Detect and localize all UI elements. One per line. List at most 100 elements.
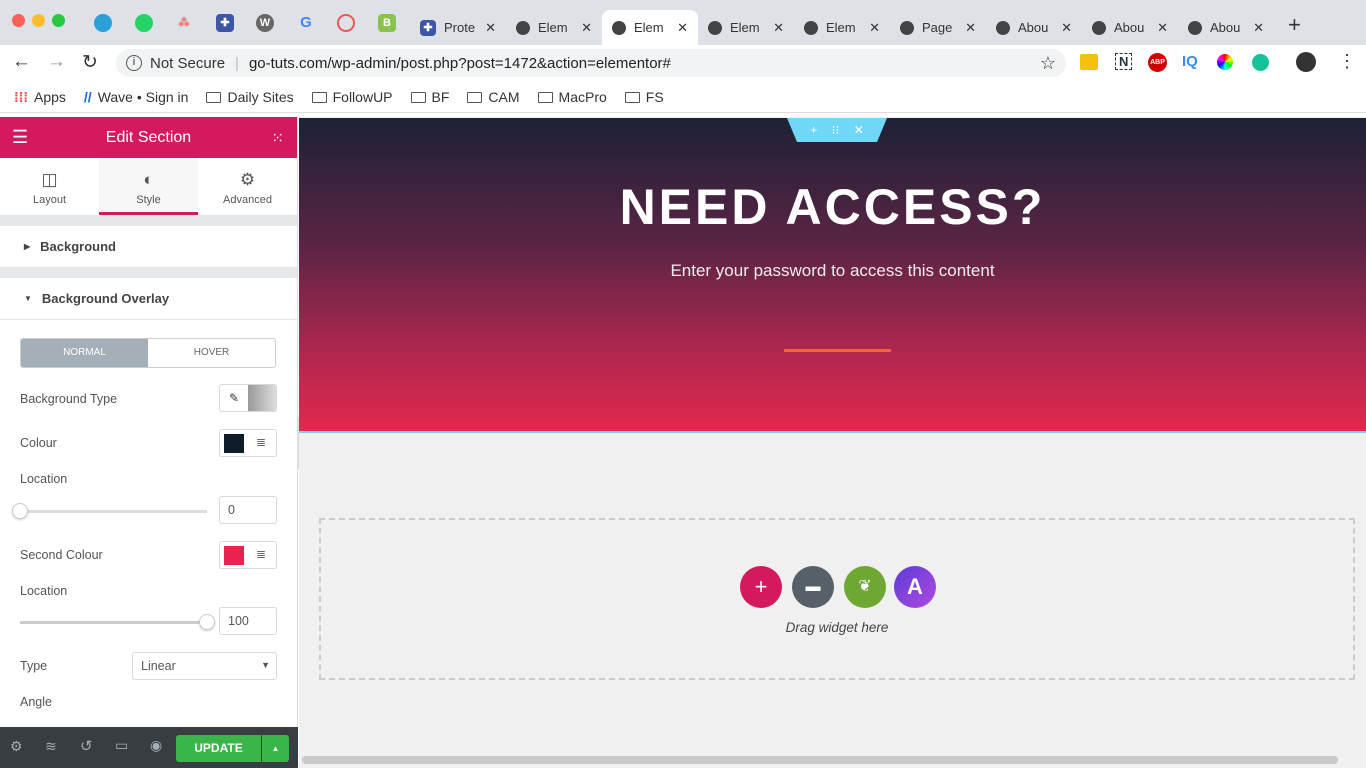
wordpress-icon[interactable]: W (256, 14, 274, 32)
info-icon[interactable]: i (126, 55, 142, 71)
new-tab-button[interactable]: + (1288, 12, 1301, 38)
maximize-window-button[interactable] (52, 14, 65, 27)
location2-slider[interactable] (20, 614, 215, 630)
folder-icon (467, 91, 483, 103)
hero-section[interactable]: + ⁝⁝ ✕ NEED ACCESS? Enter your password to… (299, 118, 1366, 433)
bookmark-folder[interactable]: CAM (467, 89, 520, 105)
widgets-grid-icon[interactable]: ⁙ (271, 129, 284, 147)
tab-hover[interactable]: HOVER (148, 339, 275, 367)
tab-advanced[interactable]: ⚙ Advanced (198, 158, 297, 215)
notion-clipper-icon[interactable]: N (1115, 53, 1133, 70)
color-picker-icon[interactable] (1217, 54, 1233, 70)
url-text[interactable]: go-tuts.com/wp-admin/post.php?post=1472&… (249, 55, 671, 72)
tab-style[interactable]: ◐ Style (99, 158, 198, 215)
responsive-mode-icon[interactable]: ▭ (115, 737, 128, 754)
tab-normal[interactable]: NORMAL (21, 339, 148, 367)
divider (784, 349, 891, 352)
history-icon[interactable]: ↺ (80, 737, 93, 755)
reload-icon[interactable]: ↻ (82, 51, 98, 74)
menu-icon[interactable]: ⋮ (1338, 51, 1356, 72)
browser-tab[interactable]: Page ✕ (890, 10, 986, 45)
browser-tab-bar: ⁂ ✚ W G B ✚ Prote ✕ Elem ✕ Elem ✕ Elem ✕ Elem… (0, 0, 1366, 45)
browser-tab[interactable]: Elem ✕ (794, 10, 890, 45)
location-slider[interactable] (12, 503, 207, 519)
telegram-icon[interactable] (94, 14, 112, 32)
location-input[interactable]: 0 (219, 496, 277, 524)
section-handle[interactable]: + ⁝⁝ ✕ (787, 118, 887, 142)
confluence-icon[interactable]: ✚ (216, 14, 234, 32)
location2-input[interactable]: 100 (219, 607, 277, 635)
bookmark-apps[interactable]: ⁞⁞⁞ Apps (14, 89, 66, 105)
save-options-button[interactable]: ▲ (262, 735, 289, 762)
astra-templates-button[interactable]: A (894, 566, 936, 608)
horizontal-scrollbar[interactable] (302, 756, 1338, 764)
browser-tab[interactable]: Elem ✕ (506, 10, 602, 45)
bookmark-star-icon[interactable]: ☆ (1040, 53, 1056, 74)
bookmark-folder[interactable]: FS (624, 89, 664, 105)
empty-section-dropzone[interactable]: + ▬ ❦ A Drag widget here (319, 518, 1355, 680)
close-tab-icon[interactable]: ✕ (965, 20, 976, 36)
grammarly-icon[interactable] (1252, 54, 1269, 71)
b-icon[interactable]: B (378, 14, 396, 32)
minimize-window-button[interactable] (32, 14, 45, 27)
type-select[interactable]: Linear ▼ (132, 652, 277, 680)
globe-icon (1188, 20, 1202, 35)
adblock-icon[interactable]: ABP (1148, 53, 1167, 72)
google-icon[interactable]: G (297, 14, 315, 32)
browser-tab[interactable]: Elem ✕ (698, 10, 794, 45)
browser-tab-active[interactable]: Elem ✕ (602, 10, 698, 45)
bookmark-folder[interactable]: MacPro (537, 89, 607, 105)
browser-tab[interactable]: Abou ✕ (1082, 10, 1178, 45)
gradient-icon[interactable] (248, 385, 276, 411)
caret-down-icon: ▼ (24, 294, 32, 303)
bookmark-wave[interactable]: //Wave • Sign in (84, 89, 189, 105)
close-tab-icon[interactable]: ✕ (1157, 20, 1168, 36)
global-colors-icon[interactable]: ≣ (256, 547, 266, 561)
slider-handle[interactable] (12, 503, 28, 519)
global-colors-icon[interactable]: ≣ (256, 435, 266, 449)
close-tab-icon[interactable]: ✕ (485, 20, 496, 36)
tab-layout[interactable]: ◫ Layout (0, 158, 99, 215)
close-tab-icon[interactable]: ✕ (773, 20, 784, 36)
security-status[interactable]: Not Secure (150, 55, 225, 72)
brush-icon[interactable]: ✎ (220, 385, 248, 411)
forward-icon[interactable]: → (47, 51, 66, 73)
bookmark-folder[interactable]: FollowUP (311, 89, 393, 105)
add-section-icon[interactable]: + (810, 123, 817, 137)
preview-eye-icon[interactable]: ◉ (150, 737, 162, 754)
add-new-section-button[interactable]: + (740, 566, 782, 608)
whatsapp-icon[interactable] (135, 14, 153, 32)
back-icon[interactable]: ← (12, 51, 31, 73)
iq-icon[interactable]: IQ (1182, 53, 1198, 70)
slider-handle[interactable] (199, 614, 215, 630)
close-tab-icon[interactable]: ✕ (677, 20, 688, 36)
profile-avatar[interactable] (1296, 52, 1316, 72)
navigator-layers-icon[interactable]: ≋ (45, 738, 57, 755)
bookmark-folder[interactable]: BF (410, 89, 449, 105)
template-library-button[interactable]: ▬ (792, 566, 834, 608)
browser-tab[interactable]: Abou ✕ (1178, 10, 1274, 45)
delete-section-icon[interactable]: ✕ (854, 123, 864, 137)
close-tab-icon[interactable]: ✕ (1253, 20, 1264, 36)
asana-icon[interactable]: ⁂ (175, 14, 193, 32)
close-tab-icon[interactable]: ✕ (1061, 20, 1072, 36)
section-background-overlay[interactable]: ▼ Background Overlay (0, 278, 297, 320)
bookmarks-bar: ⁞⁞⁞ Apps //Wave • Sign in Daily Sites Fol… (0, 81, 1366, 113)
omnibox[interactable]: i Not Secure | go-tuts.com/wp-admin/post… (116, 49, 1066, 77)
colour-swatch[interactable] (224, 434, 244, 453)
close-window-button[interactable] (12, 14, 25, 27)
close-tab-icon[interactable]: ✕ (581, 20, 592, 36)
section-background[interactable]: ▶ Background (0, 226, 297, 268)
bookmark-folder[interactable]: Daily Sites (206, 89, 294, 105)
browser-tab[interactable]: ✚ Prote ✕ (410, 10, 506, 45)
hamburger-menu-icon[interactable]: ☰ (12, 127, 28, 148)
close-tab-icon[interactable]: ✕ (869, 20, 880, 36)
lastpass-icon[interactable] (337, 14, 355, 32)
envato-elements-button[interactable]: ❦ (844, 566, 886, 608)
update-button[interactable]: UPDATE (176, 735, 261, 762)
extension-icon[interactable] (1080, 54, 1098, 70)
drag-handle-icon[interactable]: ⁝⁝ (832, 123, 840, 137)
settings-icon[interactable]: ⚙ (10, 738, 23, 755)
second-colour-swatch[interactable] (224, 546, 244, 565)
browser-tab[interactable]: Abou ✕ (986, 10, 1082, 45)
